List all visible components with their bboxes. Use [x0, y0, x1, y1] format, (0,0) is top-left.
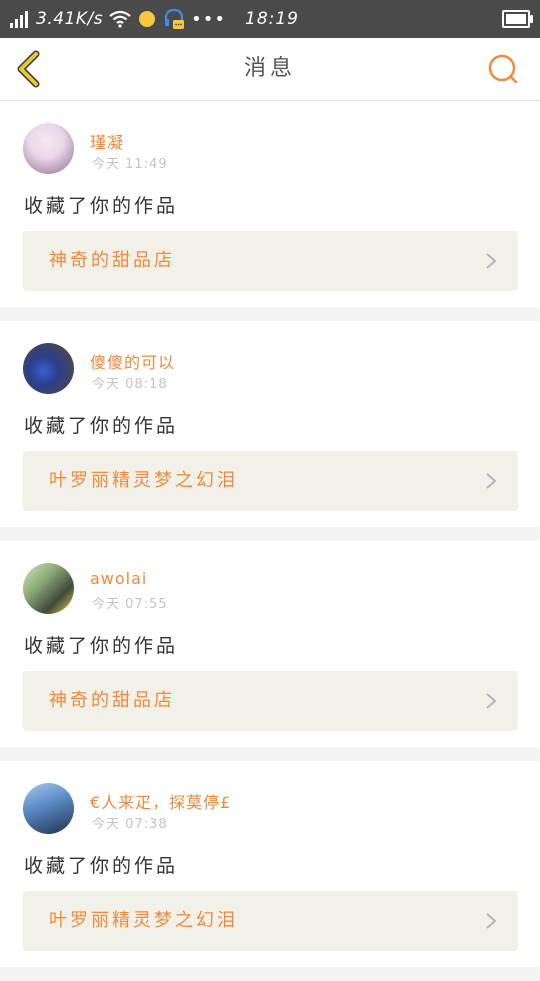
top-nav-bar: 消息	[0, 38, 540, 101]
message-card: 傻傻的可以 今天 08:18 收藏了你的作品 叶罗丽精灵梦之幻泪	[0, 321, 540, 527]
work-title: 神奇的甜品店	[49, 690, 175, 711]
battery-icon	[502, 10, 533, 28]
chevron-right-icon	[486, 693, 497, 709]
back-arrow-icon[interactable]	[12, 50, 50, 88]
message-card: awolai 今天 07:55 收藏了你的作品 神奇的甜品店	[0, 541, 540, 747]
avatar[interactable]	[23, 343, 74, 394]
message-card: €人来疋，探莫停£ 今天 07:38 收藏了你的作品 叶罗丽精灵梦之幻泪	[0, 761, 540, 967]
avatar[interactable]	[23, 123, 74, 174]
work-link[interactable]: 神奇的甜品店	[23, 671, 518, 731]
signal-icon	[10, 10, 30, 28]
headset-notification-icon	[164, 8, 185, 29]
work-title: 叶罗丽精灵梦之幻泪	[49, 470, 238, 491]
avatar[interactable]	[23, 783, 74, 834]
status-time: 18:19	[245, 9, 299, 29]
timestamp: 今天 11:49	[92, 157, 168, 172]
username[interactable]: awolai	[90, 569, 147, 588]
notification-dot-icon	[139, 11, 156, 27]
chevron-right-icon	[486, 253, 497, 269]
page-title: 消息	[243, 56, 296, 81]
work-link[interactable]: 神奇的甜品店	[23, 231, 518, 291]
action-text: 收藏了你的作品	[24, 855, 179, 877]
message-card: 瑾凝 今天 11:49 收藏了你的作品 神奇的甜品店	[0, 101, 540, 307]
username[interactable]: 傻傻的可以	[90, 349, 175, 373]
action-text: 收藏了你的作品	[24, 415, 179, 437]
timestamp: 今天 07:55	[92, 597, 168, 612]
username[interactable]: 瑾凝	[90, 129, 124, 153]
work-title: 神奇的甜品店	[49, 250, 175, 271]
chevron-right-icon	[486, 473, 497, 489]
message-list: 瑾凝 今天 11:49 收藏了你的作品 神奇的甜品店 傻傻的可以 今天 08:1…	[0, 101, 540, 981]
network-speed: 3.41K/s	[36, 9, 104, 29]
username[interactable]: €人来疋，探莫停£	[90, 789, 231, 813]
work-title: 叶罗丽精灵梦之幻泪	[49, 910, 238, 931]
search-icon[interactable]	[486, 52, 520, 86]
timestamp: 今天 07:38	[92, 817, 168, 832]
wifi-icon	[109, 10, 131, 28]
work-link[interactable]: 叶罗丽精灵梦之幻泪	[23, 451, 518, 511]
status-bar: 3.41K/s ••• 18:19	[0, 0, 540, 38]
work-link[interactable]: 叶罗丽精灵梦之幻泪	[23, 891, 518, 951]
avatar[interactable]	[23, 563, 74, 614]
more-notifications: •••	[191, 8, 226, 30]
chevron-right-icon	[486, 913, 497, 929]
action-text: 收藏了你的作品	[24, 195, 179, 217]
timestamp: 今天 08:18	[92, 377, 168, 392]
action-text: 收藏了你的作品	[24, 635, 179, 657]
